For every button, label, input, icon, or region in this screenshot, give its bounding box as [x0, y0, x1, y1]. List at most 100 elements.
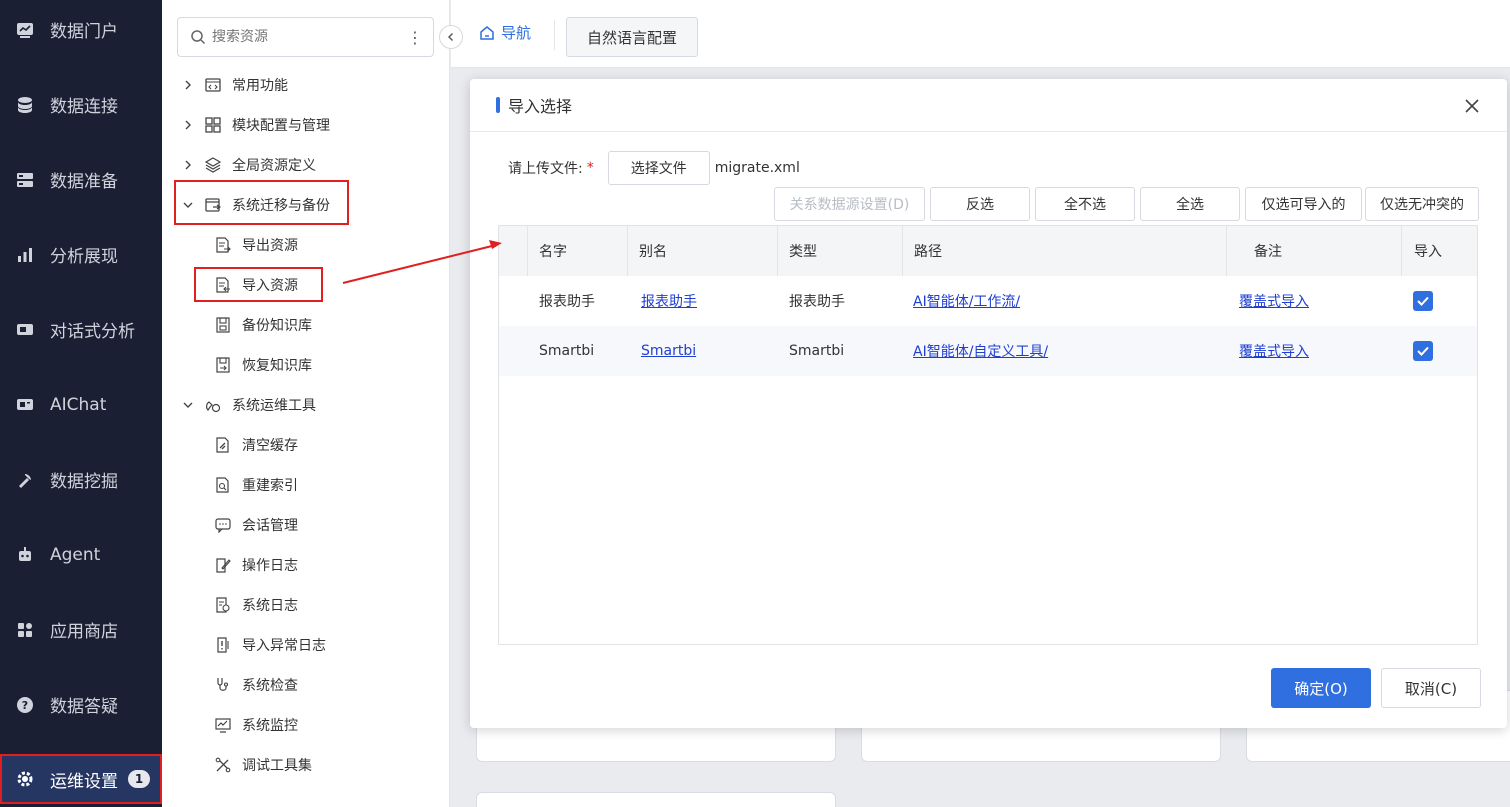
more-options-icon[interactable]: ⋮ — [407, 28, 423, 47]
tools-icon — [214, 756, 232, 774]
search-input[interactable] — [212, 29, 402, 45]
collapse-panel-button[interactable] — [439, 25, 463, 49]
restore-icon — [214, 356, 232, 374]
check-icon — [1417, 296, 1429, 306]
confirm-button[interactable]: 确定(O) — [1271, 668, 1371, 708]
tree-item-operation-log[interactable]: 操作日志 — [214, 550, 298, 580]
choose-file-button[interactable]: 选择文件 — [607, 151, 710, 185]
nav-item-data-connect[interactable]: 数据连接 — [0, 67, 162, 142]
alias-link[interactable]: Smartbi — [641, 343, 696, 359]
nav-item-data-qa[interactable]: ? 数据答疑 — [0, 667, 162, 742]
tree-item-ops-tools[interactable]: 系统运维工具 — [182, 390, 316, 420]
note-link[interactable]: 覆盖式导入 — [1239, 341, 1309, 361]
tree-label: 导入异常日志 — [242, 638, 326, 654]
tree-item-import-error-log[interactable]: 导入异常日志 — [214, 630, 326, 660]
ai-chat-icon — [15, 395, 35, 415]
nav-label: 应用商店 — [50, 622, 118, 642]
tree-item-sessions[interactable]: 会话管理 — [214, 510, 298, 540]
cell-name: 报表助手 — [539, 294, 595, 310]
server-icon — [15, 170, 35, 190]
select-all-button[interactable]: 全选 — [1140, 187, 1240, 221]
tree-label: 系统日志 — [242, 598, 298, 614]
tree-label: 常用功能 — [232, 78, 288, 94]
nav-item-data-mining[interactable]: 数据挖掘 — [0, 442, 162, 517]
search-icon — [190, 29, 206, 45]
tree-label: 模块配置与管理 — [232, 118, 330, 134]
nav-item-data-portal[interactable]: 数据门户 — [0, 0, 162, 67]
ops-tools-icon — [204, 396, 222, 414]
alias-link[interactable]: 报表助手 — [641, 291, 697, 311]
tree-item-export[interactable]: 导出资源 — [214, 230, 298, 260]
nlp-config-tab[interactable]: 自然语言配置 — [566, 17, 698, 57]
nav-home-label: 导航 — [501, 24, 532, 42]
check-icon — [1417, 346, 1429, 356]
tree-item-common[interactable]: 常用功能 — [182, 70, 288, 100]
table-header: 名字 别名 类型 路径 备注 导入 — [499, 226, 1477, 276]
pickaxe-icon — [15, 470, 35, 490]
tree-item-modules[interactable]: 模块配置与管理 — [182, 110, 330, 140]
cell-type: 报表助手 — [789, 294, 845, 310]
nav-item-app-store[interactable]: 应用商店 — [0, 592, 162, 667]
nav-home-link[interactable]: 导航 — [479, 22, 531, 43]
home-icon — [480, 25, 494, 40]
tree-item-debug-tools[interactable]: 调试工具集 — [214, 750, 312, 780]
backup-icon — [214, 316, 232, 334]
highlight-box-import — [194, 267, 323, 302]
tree-item-system-log[interactable]: 系统日志 — [214, 590, 298, 620]
table-row[interactable]: Smartbi Smartbi Smartbi AI智能体/自定义工具/ 覆盖式… — [499, 326, 1477, 376]
col-header-note: 备注 — [1254, 244, 1282, 260]
tree-item-restore-kb[interactable]: 恢复知识库 — [214, 350, 312, 380]
required-mark: * — [586, 160, 594, 176]
import-table: 名字 别名 类型 路径 备注 导入 报表助手 报表助手 报表助手 AI智能体/工… — [498, 225, 1478, 645]
nav-item-analysis[interactable]: 分析展现 — [0, 217, 162, 292]
tree-label: 系统监控 — [242, 718, 298, 734]
import-checkbox[interactable] — [1413, 341, 1433, 361]
chevron-left-icon — [448, 33, 453, 41]
tree-item-backup-kb[interactable]: 备份知识库 — [214, 310, 312, 340]
tree-label: 操作日志 — [242, 558, 298, 574]
tree-item-rebuild-index[interactable]: 重建索引 — [214, 470, 298, 500]
notification-badge: 1 — [128, 770, 150, 788]
nav-label: AIChat — [50, 394, 107, 415]
cancel-button[interactable]: 取消(C) — [1381, 668, 1481, 708]
close-icon[interactable] — [1465, 99, 1479, 113]
path-link[interactable]: AI智能体/自定义工具/ — [913, 341, 1048, 361]
path-link[interactable]: AI智能体/工作流/ — [913, 291, 1020, 311]
dialog-header: 导入选择 — [470, 79, 1507, 132]
col-header-import: 导入 — [1414, 244, 1442, 260]
select-none-button[interactable]: 全不选 — [1035, 187, 1135, 221]
nav-item-agent[interactable]: Agent — [0, 517, 162, 592]
nav-label: 数据准备 — [50, 172, 118, 192]
tree-label: 系统检查 — [242, 678, 298, 694]
tree-label: 恢复知识库 — [242, 358, 312, 374]
nav-item-aichat[interactable]: AIChat — [0, 367, 162, 442]
note-link[interactable]: 覆盖式导入 — [1239, 291, 1309, 311]
import-error-log-icon — [214, 636, 232, 654]
nav-item-data-prep[interactable]: 数据准备 — [0, 142, 162, 217]
tree-item-clear-cache[interactable]: 清空缓存 — [214, 430, 298, 460]
tree-label: 调试工具集 — [242, 758, 312, 774]
table-row[interactable]: 报表助手 报表助手 报表助手 AI智能体/工作流/ 覆盖式导入 — [499, 276, 1477, 326]
select-no-conflict-button[interactable]: 仅选无冲突的 — [1365, 187, 1479, 221]
tree-item-global-resources[interactable]: 全局资源定义 — [182, 150, 316, 180]
nav-item-chat-analysis[interactable]: 对话式分析 — [0, 292, 162, 367]
edit-log-icon — [214, 556, 232, 574]
invert-selection-button[interactable]: 反选 — [930, 187, 1030, 221]
chevron-right-icon — [182, 79, 194, 91]
session-icon — [214, 516, 232, 534]
relation-datasource-button[interactable]: 关系数据源设置(D) — [774, 187, 925, 221]
chevron-down-icon — [182, 399, 194, 411]
import-checkbox[interactable] — [1413, 291, 1433, 311]
select-importable-button[interactable]: 仅选可导入的 — [1245, 187, 1362, 221]
tree-item-system-check[interactable]: 系统检查 — [214, 670, 298, 700]
grid-icon — [204, 116, 222, 134]
tree-item-system-monitor[interactable]: 系统监控 — [214, 710, 298, 740]
left-nav: 数据门户 数据连接 数据准备 分析展现 对话式分析 AIChat 数据挖掘 Ag… — [0, 0, 162, 807]
nav-label: 数据连接 — [50, 97, 118, 117]
search-box[interactable]: ⋮ — [177, 17, 434, 57]
nav-label: 运维设置 — [50, 771, 118, 792]
bg-card — [476, 792, 836, 807]
nav-item-ops-settings[interactable]: 运维设置 1 — [0, 754, 162, 804]
export-doc-icon — [214, 236, 232, 254]
code-window-icon — [204, 76, 222, 94]
